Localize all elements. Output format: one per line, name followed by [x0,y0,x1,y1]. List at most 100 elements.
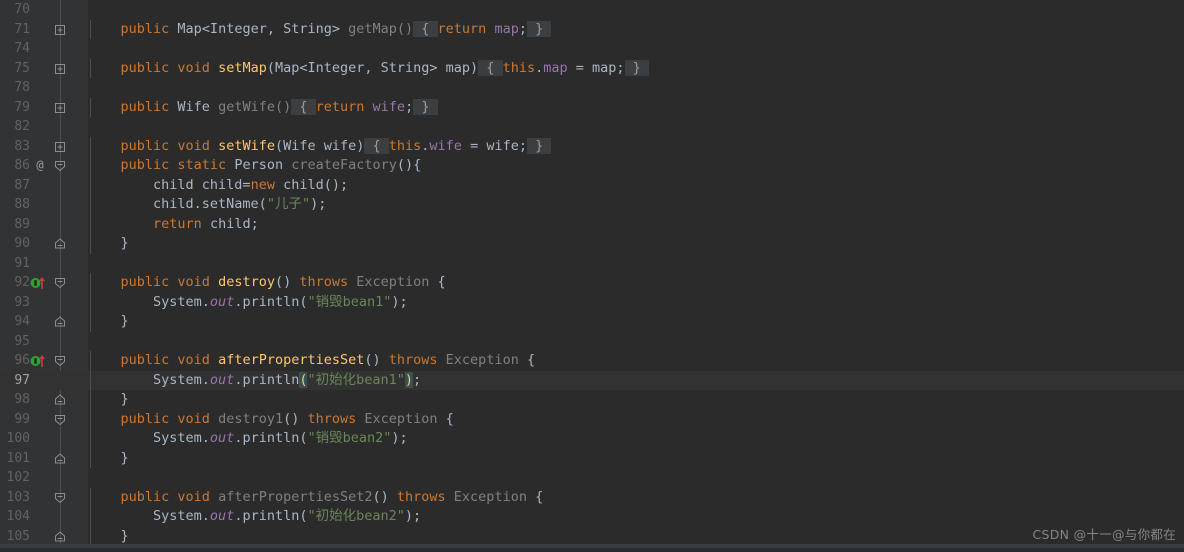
code-token: () [274,274,300,290]
line-number: 83 [14,138,30,154]
fold-collapsed-icon[interactable] [53,141,68,154]
code-token: getWife() [218,98,292,115]
code-line[interactable]: 74 [0,39,1184,59]
code-token: public [120,20,170,37]
code-token: = map; [567,59,625,76]
code-line[interactable]: 86 @ public static Person createFactory()… [0,156,1184,176]
fold-expanded-icon[interactable] [53,492,68,505]
line-number: 102 [6,470,30,485]
code-line[interactable]: 75 public void setMap(Map<Integer, Strin… [0,58,1184,78]
code-line[interactable]: 89 return child; [0,214,1184,234]
fold-collapsed-icon[interactable] [53,63,68,76]
code-line[interactable]: 101 } [0,448,1184,468]
code-token: Exception [356,410,446,427]
code-line[interactable]: 90 } [0,234,1184,254]
fold-expanded-icon[interactable] [53,414,68,427]
annotation-marker-icon[interactable]: @ [33,158,47,172]
code-token: Wife [169,98,219,115]
code-editor[interactable]: 70 71 public Map<Integer, String> getMap(… [0,0,1184,548]
code-token: destroy1 [218,410,284,427]
implements-method-icon[interactable] [30,276,46,290]
code-token: this [388,137,422,154]
code-line[interactable]: 92 public void destroy() throws Exceptio… [0,273,1184,293]
code-token: ); [404,508,422,524]
code-line[interactable]: 99 public void destroy1() throws Excepti… [0,409,1184,429]
code-token: } [88,391,129,407]
code-line[interactable]: 87 child child=new child(); [0,175,1184,195]
line-number: 75 [14,60,30,76]
code-token: wife [372,98,406,115]
fold-collapsed-icon[interactable] [53,24,68,37]
code-token: public [120,98,170,115]
code-token: getMap() [348,20,414,37]
line-number: 87 [14,177,30,193]
code-line[interactable]: 79 public Wife getWife() { return wife; … [0,97,1184,117]
code-line[interactable]: 95 [0,332,1184,352]
fold-collapsed-icon[interactable] [53,102,68,115]
code-line[interactable]: 97 System.out.println("初始化bean1"); [0,370,1184,390]
code-token: { [535,488,544,505]
code-text: System.out.println("销毁bean2"); [88,429,408,449]
code-line[interactable]: 83 public void setWife(Wife wife) { this… [0,136,1184,156]
code-token: out [209,430,235,446]
code-text: child.setName("儿子"); [88,195,326,215]
code-line[interactable]: 98 } [0,390,1184,410]
code-token: } [88,527,129,544]
implements-method-icon[interactable] [30,354,46,368]
code-line[interactable]: 70 [0,0,1184,20]
line-number: 92 [14,275,30,290]
code-token: return [437,20,487,37]
code-text: } [88,390,129,410]
fold-end-icon[interactable] [53,530,68,544]
code-line[interactable]: 91 [0,254,1184,274]
code-line[interactable]: 94 } [0,312,1184,332]
code-token: throws [388,352,438,368]
code-line[interactable]: 93 System.out.println("销毁bean1"); [0,292,1184,312]
fold-expanded-icon[interactable] [53,160,68,173]
code-line[interactable]: 78 [0,78,1184,98]
code-token: System. [88,293,210,310]
code-token: { [478,59,503,76]
code-token: out [209,371,235,388]
fold-end-icon[interactable] [53,238,68,251]
code-token: ; [405,98,414,115]
fold-expanded-icon[interactable] [53,277,68,290]
code-token: .println( [234,293,308,310]
code-token: ); [310,196,327,212]
code-line[interactable]: 102 [0,468,1184,488]
code-token: public void [120,137,210,154]
code-token: .println( [234,430,308,446]
code-token: (Map<Integer, String> map) [266,59,479,76]
code-token: Map<Integer, String> [169,20,349,37]
line-number: 90 [14,236,30,251]
line-number: 86 [14,158,30,173]
fold-end-icon[interactable] [53,452,68,466]
code-line[interactable]: 82 [0,117,1184,137]
fold-expanded-icon[interactable] [53,355,68,368]
code-line[interactable]: 103 public void afterPropertiesSet2() th… [0,487,1184,507]
code-line[interactable]: 71 public Map<Integer, String> getMap() … [0,19,1184,39]
fold-end-icon[interactable] [53,394,68,407]
code-token: afterPropertiesSet2 [218,488,373,505]
code-token: Exception [348,274,438,290]
code-token: } [624,59,649,76]
fold-end-icon[interactable] [53,316,68,329]
code-line[interactable]: 96 public void afterPropertiesSet() thro… [0,351,1184,371]
code-line[interactable]: 104 System.out.println("初始化bean2"); [0,507,1184,527]
code-token: Exception [445,488,536,505]
code-token: new [250,176,275,193]
code-line[interactable]: 88 child.setName("儿子"); [0,195,1184,215]
code-token: public void [120,410,210,427]
code-line[interactable]: 100 System.out.println("销毁bean2"); [0,429,1184,449]
line-number: 97 [14,372,30,388]
code-token: child(); [274,176,349,193]
line-number: 100 [6,431,30,446]
code-token: throws [396,488,446,505]
code-token: .println [234,371,300,388]
